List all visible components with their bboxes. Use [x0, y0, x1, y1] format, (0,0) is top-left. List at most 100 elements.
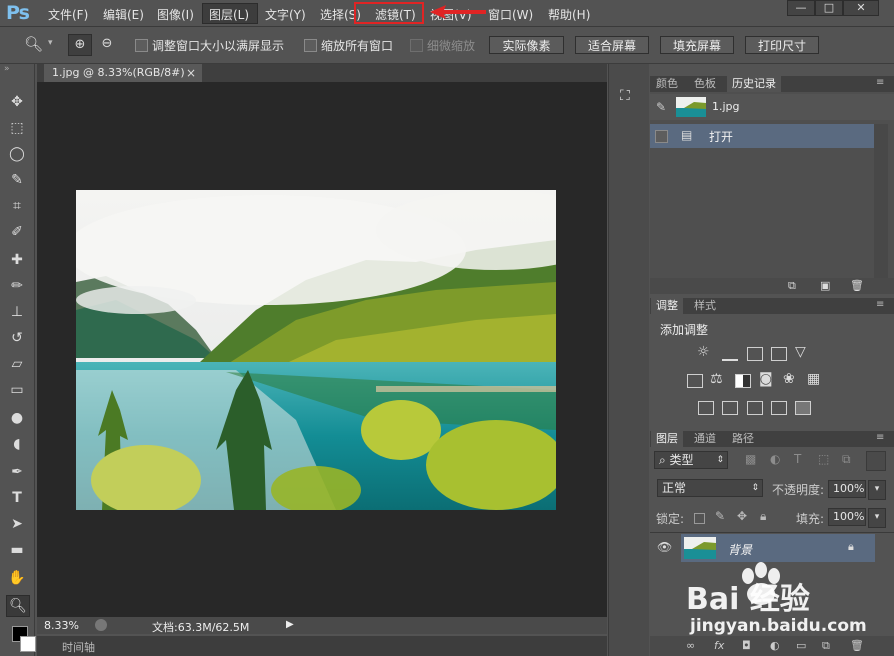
restore-button[interactable]: □	[815, 0, 843, 16]
tab-styles[interactable]: 样式	[689, 298, 721, 314]
tool-preset-chevron-icon[interactable]: ▾	[48, 38, 53, 48]
zoom-level-readout[interactable]: 8.33%	[44, 619, 79, 632]
opacity-input[interactable]: 100%	[828, 480, 866, 498]
fill-screen-button[interactable]: 填充屏幕	[660, 36, 734, 54]
photo-filter-icon[interactable]: ◙	[759, 371, 773, 387]
color-lookup-icon[interactable]: ▦	[807, 371, 820, 387]
marquee-tool-icon[interactable]: ⬚	[6, 118, 28, 138]
resize-window-checkbox[interactable]	[135, 39, 148, 52]
close-window-button[interactable]: ✕	[843, 0, 879, 16]
zoom-all-checkbox[interactable]	[304, 39, 317, 52]
opacity-slider-arrow-icon[interactable]: ▾	[868, 480, 886, 500]
filter-shape-layers-icon[interactable]: ⬚	[818, 452, 829, 466]
rectangle-tool-icon[interactable]: ▬	[6, 540, 28, 560]
tab-channels[interactable]: 通道	[689, 431, 721, 447]
fill-input[interactable]: 100%	[828, 508, 866, 526]
pen-tool-icon[interactable]: ✒	[6, 462, 28, 482]
scrubby-zoom-checkbox[interactable]	[410, 39, 423, 52]
menu-file[interactable]: 文件(F)	[48, 6, 88, 23]
status-info-icon[interactable]	[95, 619, 107, 631]
eyedropper-tool-icon[interactable]: ✐	[6, 222, 28, 242]
document-tab[interactable]: 1.jpg @ 8.33%(RGB/8#)	[44, 64, 202, 82]
layer-filter-kind-select[interactable]: ⌕ 类型 ⇕	[654, 451, 728, 469]
posterize-icon[interactable]	[722, 401, 738, 415]
healing-brush-tool-icon[interactable]: ✚	[6, 250, 28, 270]
new-group-icon[interactable]: ▭	[796, 639, 806, 652]
tools-collapse-icon[interactable]: »	[4, 64, 10, 74]
lock-transparent-pixels-icon[interactable]	[694, 513, 705, 524]
lock-position-icon[interactable]: ✥	[737, 509, 747, 523]
color-balance-icon[interactable]: ⚖	[710, 371, 723, 387]
vibrance-icon[interactable]: ▽	[795, 344, 806, 360]
add-mask-icon[interactable]: ◘	[742, 639, 751, 652]
lasso-tool-icon[interactable]: ◯	[6, 144, 28, 164]
zoom-tool-active-icon[interactable]: 🔍︎	[6, 595, 30, 617]
brush-tool-icon[interactable]: ✏	[6, 276, 28, 296]
layer-name[interactable]: 背景	[728, 541, 752, 558]
layer-filter-toggle[interactable]	[866, 451, 886, 471]
tab-layers[interactable]: 图层	[651, 431, 683, 447]
delete-state-icon[interactable]: 🗑︎	[850, 279, 864, 292]
history-panel-menu-icon[interactable]: ≡	[876, 77, 884, 88]
adjustments-panel-menu-icon[interactable]: ≡	[876, 299, 884, 310]
clone-stamp-tool-icon[interactable]: ⊥	[6, 302, 28, 322]
new-layer-icon[interactable]: ⧉	[822, 639, 830, 653]
fit-screen-button[interactable]: 适合屏幕	[575, 36, 649, 54]
tab-history[interactable]: 历史记录	[727, 76, 781, 92]
print-size-button[interactable]: 打印尺寸	[745, 36, 819, 54]
menu-window[interactable]: 窗口(W)	[488, 6, 533, 23]
menu-image[interactable]: 图像(I)	[157, 6, 194, 23]
new-snapshot-icon[interactable]: ▣	[820, 279, 830, 292]
actual-pixels-button[interactable]: 实际像素	[489, 36, 564, 54]
fill-slider-arrow-icon[interactable]: ▾	[868, 508, 886, 528]
new-adjustment-layer-icon[interactable]: ◐	[770, 639, 780, 652]
history-scrollbar[interactable]	[874, 124, 888, 284]
threshold-icon[interactable]	[747, 401, 763, 415]
tab-swatches[interactable]: 色板	[689, 76, 721, 92]
history-state-checkbox[interactable]	[655, 130, 668, 143]
history-brush-tool-icon[interactable]: ↺	[6, 328, 28, 348]
document-tab-close-icon[interactable]: ×	[186, 66, 196, 80]
levels-icon[interactable]	[722, 347, 738, 361]
filter-pixel-layers-icon[interactable]: ▩	[745, 452, 756, 466]
quick-selection-tool-icon[interactable]: ✎	[6, 170, 28, 190]
tab-paths[interactable]: 路径	[727, 431, 759, 447]
path-selection-tool-icon[interactable]: ➤	[6, 514, 28, 534]
exposure-icon[interactable]	[771, 347, 787, 361]
tab-adjustments[interactable]: 调整	[651, 298, 683, 314]
gradient-tool-icon[interactable]: ▭	[6, 380, 28, 400]
menu-layer[interactable]: 图层(L)	[209, 6, 249, 23]
brightness-contrast-icon[interactable]: ☼	[697, 344, 710, 360]
menu-edit[interactable]: 编辑(E)	[103, 6, 144, 23]
tab-color[interactable]: 颜色	[651, 76, 683, 92]
new-document-from-state-icon[interactable]: ⧉	[788, 279, 796, 293]
collapsed-panel-icon[interactable]: ⛶	[620, 88, 630, 104]
crop-tool-icon[interactable]: ⌗	[6, 196, 28, 216]
layers-panel-menu-icon[interactable]: ≡	[876, 432, 884, 443]
layer-visibility-eye-icon[interactable]: 👁︎	[657, 540, 672, 554]
blend-mode-select[interactable]: 正常 ⇕	[657, 479, 763, 497]
filter-type-layers-icon[interactable]: T	[794, 452, 801, 466]
invert-icon[interactable]	[698, 401, 714, 415]
status-menu-arrow-icon[interactable]: ▶	[286, 619, 294, 630]
eraser-tool-icon[interactable]: ▱	[6, 354, 28, 374]
filter-adjustment-layers-icon[interactable]: ◐	[770, 452, 780, 466]
curves-icon[interactable]	[747, 347, 763, 361]
zoom-in-icon[interactable]: ⊕	[68, 34, 92, 56]
layer-style-fx-icon[interactable]: fx	[714, 639, 724, 652]
link-layers-icon[interactable]: ∞	[686, 639, 695, 652]
delete-layer-icon[interactable]: 🗑︎	[850, 639, 864, 652]
timeline-tab[interactable]: 时间轴	[62, 639, 95, 655]
move-tool-icon[interactable]: ✥	[6, 92, 28, 112]
lock-image-pixels-icon[interactable]: ✎	[715, 509, 725, 523]
black-white-icon[interactable]	[735, 374, 751, 388]
history-brush-source-icon[interactable]: ✎	[656, 100, 666, 114]
blur-tool-icon[interactable]: ●	[6, 408, 28, 428]
type-tool-icon[interactable]: T	[6, 488, 28, 508]
zoom-out-icon[interactable]: ⊖	[96, 34, 118, 54]
menu-type[interactable]: 文字(Y)	[265, 6, 306, 23]
channel-mixer-icon[interactable]: ❀	[783, 371, 795, 387]
dodge-tool-icon[interactable]: ◖	[6, 434, 28, 454]
menu-help[interactable]: 帮助(H)	[548, 6, 590, 23]
hue-saturation-icon[interactable]	[687, 374, 703, 388]
